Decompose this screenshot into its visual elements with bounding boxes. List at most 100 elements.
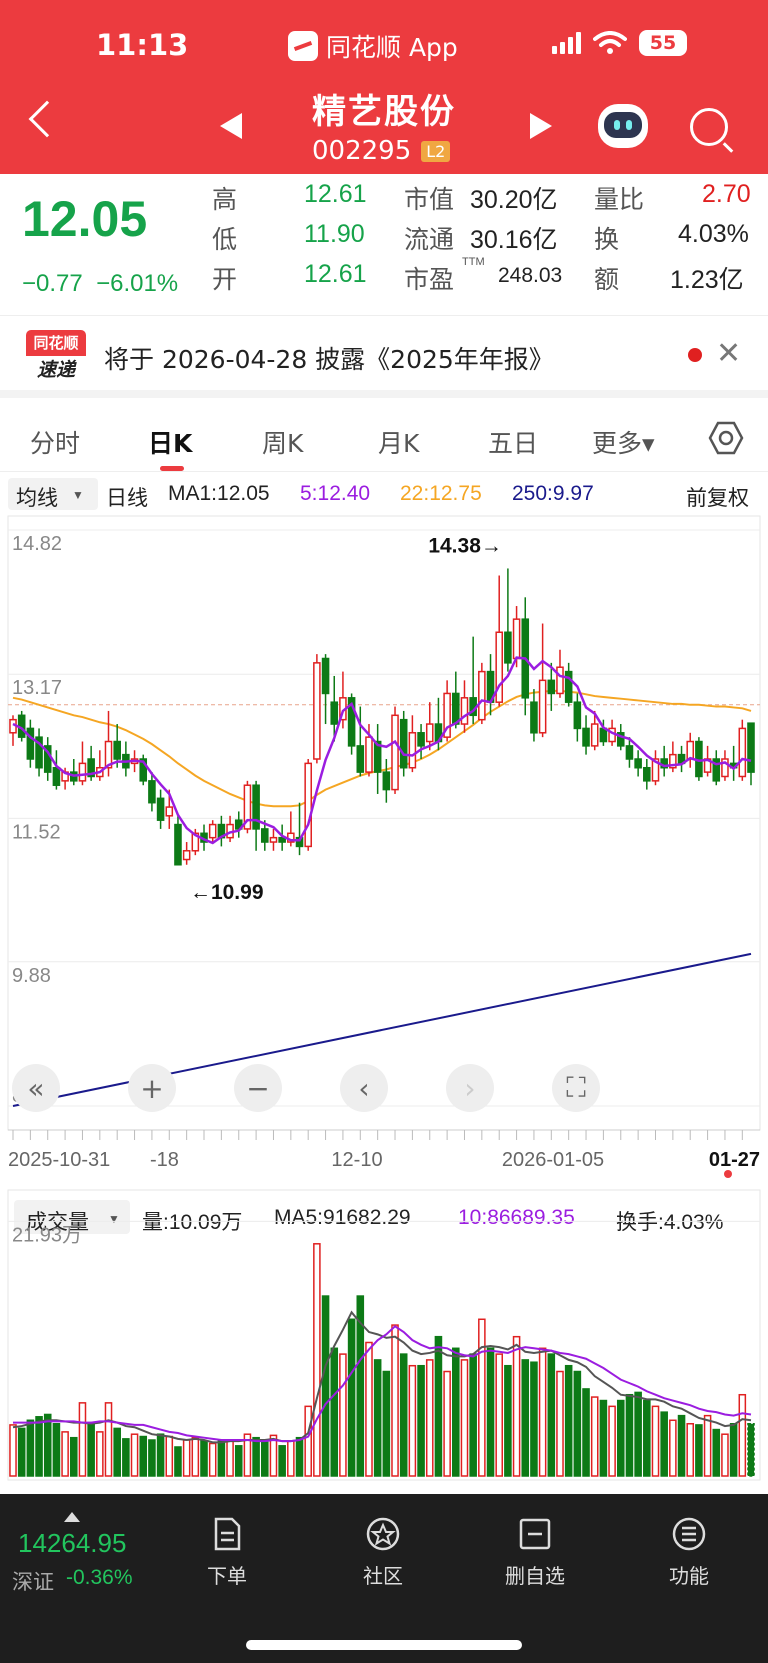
volume-bar <box>174 1446 182 1477</box>
volume-bar <box>425 1359 434 1477</box>
volume-bar <box>148 1439 156 1477</box>
index-expand-icon[interactable] <box>64 1512 80 1522</box>
nav-remove-watchlist[interactable]: 删自选 <box>490 1516 580 1589</box>
volume-bar <box>365 1341 373 1477</box>
volume-bar <box>382 1370 391 1477</box>
volume-bar <box>434 1335 443 1477</box>
volume-bar <box>321 1295 330 1477</box>
nav-place-order-label: 下单 <box>207 1564 247 1588</box>
volume-y-tick-label: 21.93万 <box>12 1224 82 1246</box>
volume-bar <box>712 1428 721 1477</box>
volume-bar <box>208 1442 217 1477</box>
volume-bar <box>608 1405 616 1477</box>
volume-bar <box>339 1353 347 1477</box>
volume-bar <box>330 1347 339 1477</box>
volume-bar <box>165 1435 174 1477</box>
volume-bar <box>460 1359 469 1477</box>
order-document-icon <box>214 1517 241 1551</box>
volume-bar <box>200 1440 208 1477</box>
index-change: -0.36% <box>66 1566 133 1589</box>
volume-bar <box>373 1359 382 1477</box>
remove-watchlist-icon <box>519 1518 551 1550</box>
volume-bar <box>43 1413 52 1477</box>
volume-bar <box>61 1431 69 1477</box>
volume-bar <box>113 1427 121 1477</box>
volume-bar <box>512 1335 521 1477</box>
volume-bar <box>17 1427 26 1477</box>
index-value[interactable]: 14264.95 <box>18 1528 126 1559</box>
volume-bar <box>139 1435 148 1477</box>
volume-bar <box>278 1445 286 1477</box>
volume-bar <box>399 1353 408 1477</box>
volume-bar <box>521 1359 530 1477</box>
nav-functions-label: 功能 <box>669 1564 709 1588</box>
volume-bar <box>729 1423 738 1477</box>
volume-bar <box>747 1423 755 1477</box>
volume-bar <box>78 1402 87 1477</box>
volume-bar <box>35 1416 43 1477</box>
volume-bar <box>556 1370 564 1477</box>
volume-bar <box>547 1353 556 1477</box>
volume-bar <box>495 1353 504 1477</box>
volume-bar <box>590 1396 599 1477</box>
volume-bar <box>287 1440 295 1477</box>
volume-bar <box>52 1423 61 1477</box>
volume-bar <box>69 1436 78 1477</box>
volume-bar <box>486 1347 495 1477</box>
volume-bar <box>269 1434 278 1477</box>
volume-bar <box>26 1419 35 1477</box>
volume-bar <box>643 1399 651 1477</box>
volume-bar <box>625 1393 634 1477</box>
home-indicator[interactable] <box>246 1640 522 1650</box>
volume-bar <box>677 1414 686 1477</box>
volume-bar <box>408 1364 417 1477</box>
nav-place-order[interactable]: 下单 <box>182 1516 272 1589</box>
volume-bar <box>295 1436 304 1477</box>
volume-bar <box>391 1324 399 1477</box>
volume-bar <box>564 1364 573 1477</box>
volume-bar <box>738 1393 747 1477</box>
volume-bar <box>669 1419 677 1477</box>
volume-bar <box>87 1421 95 1477</box>
volume-bar <box>182 1439 191 1477</box>
volume-bar <box>443 1370 451 1477</box>
volume-bar <box>234 1445 243 1477</box>
volume-bar <box>191 1436 200 1477</box>
community-star-icon <box>366 1517 400 1551</box>
nav-community-label: 社区 <box>363 1564 403 1588</box>
index-name: 深证 <box>12 1570 54 1594</box>
nav-remove-watchlist-label: 删自选 <box>505 1564 565 1588</box>
volume-bar <box>347 1318 356 1477</box>
volume-bar <box>695 1424 703 1477</box>
volume-bar <box>504 1364 512 1477</box>
volume-bar <box>530 1361 538 1477</box>
volume-bar <box>703 1414 712 1477</box>
volume-bar <box>417 1364 425 1477</box>
volume-bar <box>9 1424 17 1477</box>
volume-bar <box>538 1347 547 1477</box>
volume-bar <box>721 1433 729 1477</box>
volume-bar <box>634 1391 642 1477</box>
volume-bar <box>217 1440 226 1477</box>
volume-chart[interactable]: 21.93万 <box>0 0 768 1490</box>
volume-bar <box>96 1431 104 1477</box>
volume-bar <box>260 1441 269 1477</box>
volume-bar <box>478 1318 486 1477</box>
volume-bar <box>651 1405 660 1477</box>
bottom-nav: 14264.95 深证 -0.36% 下单 社区 删自选 功能 <box>0 1494 768 1663</box>
volume-bar <box>130 1433 139 1477</box>
volume-bar <box>156 1433 165 1477</box>
volume-bar <box>304 1405 312 1477</box>
menu-icon <box>672 1517 706 1551</box>
volume-bar <box>599 1399 608 1477</box>
volume-bar <box>469 1353 477 1477</box>
volume-bar <box>582 1388 590 1477</box>
nav-functions[interactable]: 功能 <box>644 1516 734 1589</box>
volume-bar <box>122 1438 130 1477</box>
nav-community[interactable]: 社区 <box>338 1516 428 1589</box>
volume-bar <box>616 1399 625 1477</box>
volume-bar <box>452 1347 460 1477</box>
volume-bar <box>573 1370 582 1477</box>
volume-bar <box>252 1436 260 1477</box>
volume-bar <box>660 1411 668 1477</box>
